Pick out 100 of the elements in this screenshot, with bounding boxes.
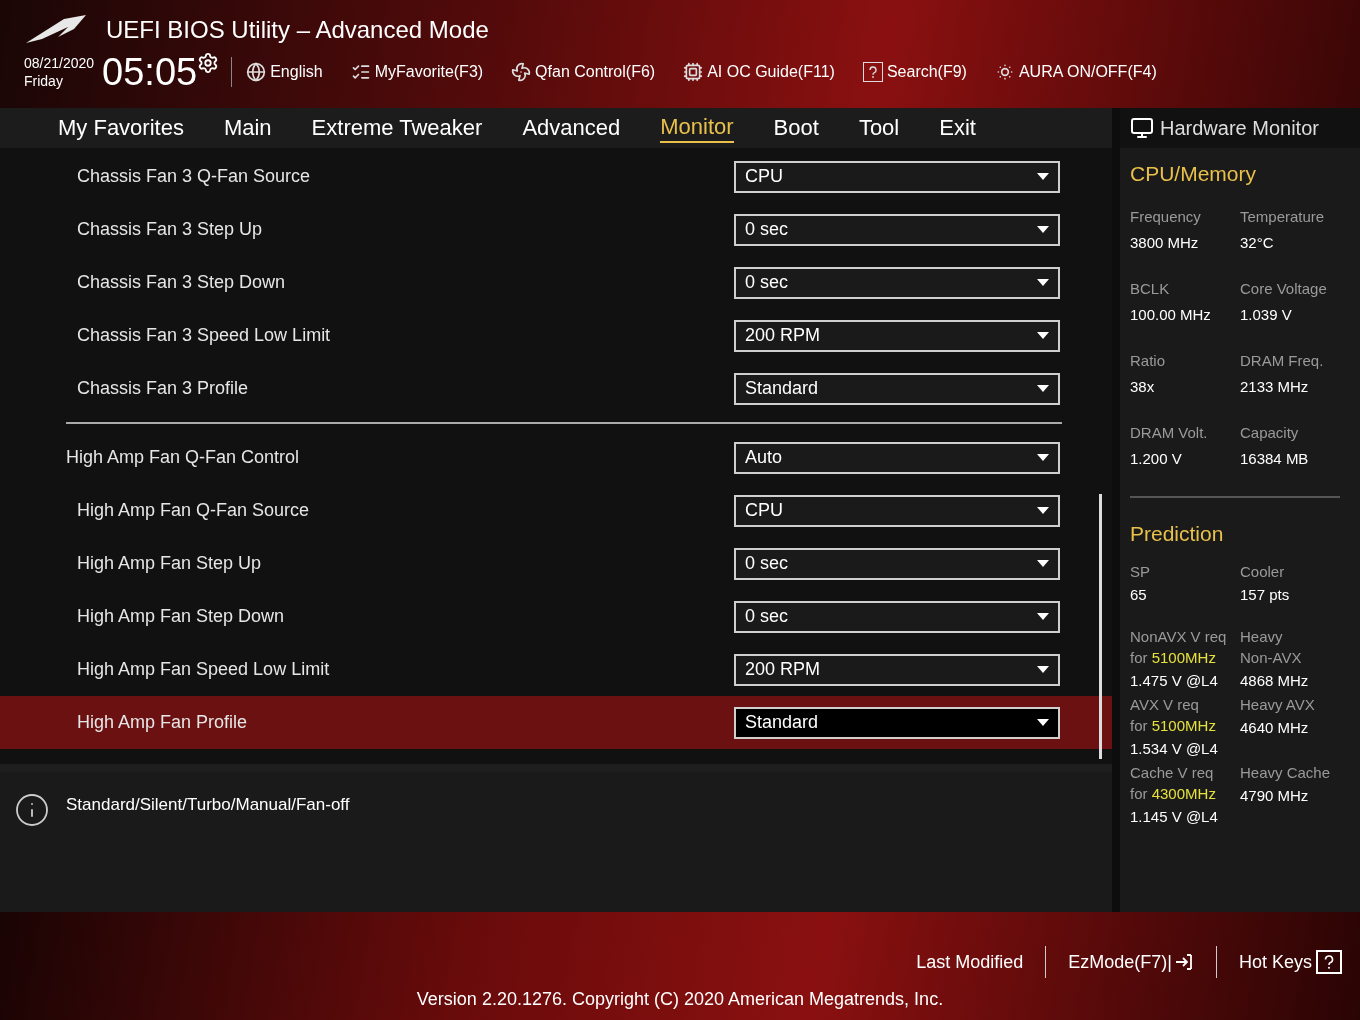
- toolbar-link[interactable]: AURA ON/OFF(F4): [1018, 60, 1157, 84]
- setting-dropdown[interactable]: CPU: [734, 160, 1060, 193]
- setting-row[interactable]: Chassis Fan 3 Step Up 0 sec: [0, 203, 1112, 256]
- version-text: Version 2.20.1276. Copyright (C) 2020 American Megatrends, Inc.: [416, 988, 944, 1011]
- tab[interactable]: My Favorites: [58, 114, 184, 142]
- setting-row[interactable]: High Amp Fan Step Down 0 sec: [0, 590, 1112, 643]
- monitor-label: Cooler: [1240, 562, 1286, 582]
- setting-dropdown[interactable]: Auto: [734, 441, 1060, 474]
- setting-row[interactable]: High Amp Fan Speed Low Limit 200 RPM: [0, 643, 1112, 696]
- caret-icon: [1037, 454, 1049, 461]
- monitor-value: 1.534 V @L4: [1130, 739, 1219, 759]
- monitor-label: AVX V req: [1130, 695, 1200, 715]
- footer-action[interactable]: Hot Keys: [1238, 948, 1312, 976]
- section-title: CPU/Memory: [1130, 161, 1257, 187]
- setting-dropdown[interactable]: 0 sec: [734, 600, 1060, 633]
- toolbar-link[interactable]: Qfan Control(F6): [535, 60, 656, 84]
- setting-label: Chassis Fan 3 Step Up: [76, 218, 264, 241]
- date-text: 08/21/2020: [24, 54, 95, 72]
- tab[interactable]: Tool: [858, 114, 900, 142]
- monitor-icon: [1130, 116, 1154, 140]
- tab[interactable]: Main: [223, 114, 272, 142]
- monitor-value: 2133 MHz: [1240, 376, 1310, 397]
- monitor-label: for 4300MHz: [1130, 784, 1217, 804]
- setting-row[interactable]: Chassis Fan 3 Profile Standard: [0, 362, 1112, 415]
- setting-dropdown[interactable]: Standard: [734, 372, 1060, 405]
- monitor-value: 4640 MHz: [1240, 718, 1310, 738]
- setting-row[interactable]: High Amp Fan Profile Standard: [0, 696, 1112, 749]
- monitor-label: for 5100MHz: [1130, 716, 1217, 736]
- caret-icon: [1037, 226, 1049, 233]
- monitor-value: 65: [1130, 585, 1148, 605]
- setting-row[interactable]: Chassis Fan 3 Speed Low Limit 200 RPM: [0, 309, 1112, 362]
- setting-row[interactable]: High Amp Fan Step Up 0 sec: [0, 537, 1112, 590]
- setting-label: High Amp Fan Step Down: [76, 605, 286, 628]
- monitor-value: 1.145 V @L4: [1130, 807, 1219, 827]
- caret-icon: [1037, 173, 1049, 180]
- settings-icon[interactable]: [197, 52, 220, 74]
- setting-row[interactable]: High Amp Fan Q-Fan Source CPU: [0, 484, 1112, 537]
- help-icon: [1316, 950, 1342, 974]
- monitor-label: Heavy Cache: [1240, 763, 1332, 783]
- exit-arrow-icon: [1173, 952, 1194, 972]
- setting-row[interactable]: Chassis Fan 3 Step Down 0 sec: [0, 256, 1112, 309]
- tab[interactable]: Monitor: [660, 113, 734, 143]
- clock-time: 05:05: [102, 52, 198, 92]
- caret-icon: [1037, 385, 1049, 392]
- monitor-label: BCLK: [1130, 278, 1171, 299]
- day-text: Friday: [24, 72, 64, 90]
- caret-icon: [1037, 666, 1049, 673]
- globe-icon: [246, 62, 267, 82]
- setting-label: High Amp Fan Step Up: [76, 552, 263, 575]
- monitor-label: Ratio: [1130, 350, 1167, 371]
- monitor-label: Capacity: [1240, 422, 1300, 443]
- setting-dropdown[interactable]: 0 sec: [734, 547, 1060, 580]
- setting-label: Chassis Fan 3 Speed Low Limit: [76, 324, 332, 347]
- tab[interactable]: Exit: [939, 114, 976, 142]
- footer-action[interactable]: Last Modified: [916, 948, 1024, 976]
- monitor-label: NonAVX V req: [1130, 627, 1228, 647]
- setting-dropdown[interactable]: 0 sec: [734, 213, 1060, 246]
- caret-icon: [1037, 613, 1049, 620]
- monitor-value: 100.00 MHz: [1130, 304, 1212, 325]
- caret-icon: [1037, 332, 1049, 339]
- setting-dropdown[interactable]: 200 RPM: [734, 319, 1060, 352]
- setting-row[interactable]: High Amp Fan Q-Fan Control Auto: [0, 431, 1112, 484]
- monitor-value: 3800 MHz: [1130, 232, 1200, 253]
- setting-label: Chassis Fan 3 Step Down: [76, 271, 287, 294]
- tab[interactable]: Extreme Tweaker: [311, 114, 483, 142]
- monitor-value: 1.200 V: [1130, 448, 1183, 469]
- setting-label: Chassis Fan 3 Q-Fan Source: [76, 165, 312, 188]
- setting-dropdown[interactable]: Standard: [734, 706, 1060, 739]
- toolbar-link[interactable]: Search(F9): [886, 60, 967, 84]
- caret-icon: [1037, 279, 1049, 286]
- tab[interactable]: Advanced: [522, 114, 621, 142]
- monitor-value: 157 pts: [1240, 585, 1291, 605]
- footer-action[interactable]: EzMode(F7)|: [1068, 948, 1172, 976]
- toolbar-link[interactable]: AI OC Guide(F11): [707, 60, 835, 84]
- setting-dropdown[interactable]: CPU: [734, 494, 1060, 527]
- setting-row[interactable]: Chassis Fan 3 Q-Fan Source CPU: [0, 150, 1112, 203]
- scrollbar[interactable]: [1099, 494, 1102, 759]
- list-icon: [350, 62, 371, 82]
- monitor-label: Heavy: [1240, 627, 1284, 647]
- caret-icon: [1037, 719, 1049, 726]
- toolbar-link[interactable]: MyFavorite(F3): [374, 60, 484, 84]
- toolbar-link[interactable]: English: [270, 60, 323, 84]
- setting-dropdown[interactable]: 200 RPM: [734, 653, 1060, 686]
- monitor-label: DRAM Volt.: [1130, 422, 1209, 443]
- monitor-label: Non-AVX: [1240, 648, 1303, 668]
- info-icon: [14, 792, 50, 828]
- monitor-value: 1.039 V: [1240, 304, 1293, 325]
- setting-label: High Amp Fan Profile: [76, 711, 249, 734]
- caret-icon: [1037, 560, 1049, 567]
- tab[interactable]: Boot: [773, 114, 819, 142]
- monitor-label: SP: [1130, 562, 1151, 582]
- setting-label: High Amp Fan Q-Fan Source: [76, 499, 311, 522]
- help-text: Standard/Silent/Turbo/Manual/Fan-off: [66, 794, 350, 816]
- monitor-label: Temperature: [1240, 206, 1326, 227]
- setting-dropdown[interactable]: 0 sec: [734, 266, 1060, 299]
- chip-icon: [683, 62, 704, 82]
- monitor-value: 16384 MB: [1240, 448, 1310, 469]
- monitor-label: for 5100MHz: [1130, 648, 1217, 668]
- monitor-label: Cache V req: [1130, 763, 1215, 783]
- panel-title: Hardware Monitor: [1160, 116, 1319, 141]
